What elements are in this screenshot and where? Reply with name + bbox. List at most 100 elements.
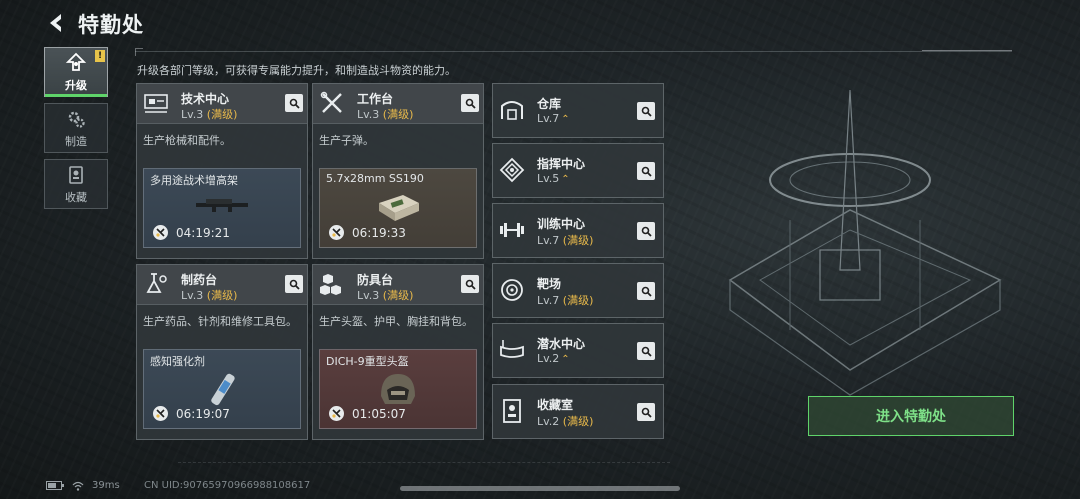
- alert-badge: !: [95, 50, 105, 62]
- facility-level: Lv.2 (满级): [537, 413, 593, 429]
- dept-card-workbench[interactable]: 工作台 Lv.3 (满级) 生产子弹。 5.7x28mm SS190 06:19…: [312, 83, 484, 259]
- helmet-image: [381, 374, 415, 404]
- back-button[interactable]: [42, 10, 70, 36]
- facility-level: Lv.7 (满级): [537, 292, 593, 308]
- status-footer: 39ms: [46, 480, 120, 491]
- level-value: Lv.3: [357, 108, 380, 121]
- search-icon: [641, 226, 652, 237]
- timer-icon: [153, 406, 168, 421]
- details-button[interactable]: [637, 222, 655, 240]
- level-value: Lv.2: [537, 352, 560, 365]
- dept-level: Lv.3 (满级): [181, 287, 237, 303]
- side-nav-collection[interactable]: 收藏: [44, 159, 108, 209]
- facility-collection-room[interactable]: 收藏室 Lv.2 (满级): [492, 384, 664, 439]
- facility-name: 训练中心: [537, 217, 586, 231]
- wifi-icon: [72, 481, 84, 491]
- details-button[interactable]: [637, 102, 655, 120]
- level-value: Lv.5: [537, 172, 560, 185]
- max-level-tag: (满级): [206, 289, 238, 302]
- details-button[interactable]: [637, 282, 655, 300]
- production-timer: 04:19:21: [176, 226, 230, 240]
- facility-level: Lv.7 ⌃: [537, 112, 570, 125]
- collection-icon: [69, 165, 83, 184]
- page-description: 升级各部门等级，可获得专属能力提升，和制造战斗物资的能力。: [137, 64, 456, 77]
- details-button[interactable]: [637, 162, 655, 180]
- details-button[interactable]: [461, 275, 479, 293]
- dept-level: Lv.3 (满级): [357, 106, 413, 122]
- page-title: 特勤处: [78, 13, 144, 37]
- production-timer: 01:05:07: [352, 407, 406, 421]
- dept-description: 生产头盔、护甲、胸挂和背包。: [319, 315, 473, 328]
- home-indicator[interactable]: [400, 486, 680, 491]
- dept-name: 防具台: [357, 273, 394, 287]
- pharmacy-icon: [146, 273, 167, 293]
- facility-name: 收藏室: [537, 398, 574, 412]
- search-icon: [289, 279, 300, 290]
- level-value: Lv.3: [181, 289, 204, 302]
- facility-warehouse[interactable]: 仓库 Lv.7 ⌃: [492, 83, 664, 138]
- facility-command-center[interactable]: 指挥中心 Lv.5 ⌃: [492, 143, 664, 198]
- side-nav-label: 制造: [65, 134, 87, 148]
- details-button[interactable]: [285, 275, 303, 293]
- dept-card-tech-center[interactable]: 技术中心 Lv.3 (满级) 生产枪械和配件。 多用途战术增高架 04:19:2…: [136, 83, 308, 259]
- scope-mount-image: [196, 199, 248, 212]
- dept-level: Lv.3 (满级): [181, 106, 237, 122]
- upgrade-available-icon: ⌃: [561, 354, 570, 365]
- command-center-icon: [499, 157, 525, 183]
- collection-room-icon: [503, 399, 521, 423]
- production-slot[interactable]: DICH-9重型头盔 01:05:07: [319, 349, 477, 429]
- timer-icon: [329, 225, 344, 240]
- search-icon: [465, 98, 476, 109]
- production-slot[interactable]: 5.7x28mm SS190 06:19:33: [319, 168, 477, 248]
- facility-name: 潜水中心: [537, 337, 586, 351]
- max-level-tag: (满级): [562, 234, 594, 247]
- production-timer: 06:19:07: [176, 407, 230, 421]
- facility-name: 仓库: [537, 97, 562, 111]
- facility-name: 靶场: [537, 277, 562, 291]
- ammo-box-image: [379, 195, 419, 221]
- search-icon: [289, 98, 300, 109]
- battery-icon: [46, 481, 64, 490]
- production-slot[interactable]: 多用途战术增高架 04:19:21: [143, 168, 301, 248]
- player-uid: CN UID:9076597096698810861​7: [144, 480, 311, 491]
- dept-card-pharmacy[interactable]: 制药台 Lv.3 (满级) 生产药品、针剂和维修工具包。 感知强化剂 06:19…: [136, 264, 308, 440]
- facility-shooting-range[interactable]: 靶场 Lv.7 (满级): [492, 263, 664, 318]
- diving-center-icon: [500, 340, 524, 358]
- facility-diving-center[interactable]: 潜水中心 Lv.2 ⌃: [492, 323, 664, 378]
- details-button[interactable]: [637, 403, 655, 421]
- side-nav-upgrade[interactable]: ! 升级: [44, 47, 108, 97]
- level-value: Lv.3: [357, 289, 380, 302]
- details-button[interactable]: [285, 94, 303, 112]
- dept-level: Lv.3 (满级): [357, 287, 413, 303]
- upgrade-icon: [65, 52, 87, 71]
- level-value: Lv.2: [537, 415, 560, 428]
- side-nav-craft[interactable]: 制造: [44, 103, 108, 153]
- dept-name: 技术中心: [181, 92, 230, 106]
- search-icon: [641, 106, 652, 117]
- product-name: 感知强化剂: [150, 355, 205, 368]
- facility-training-center[interactable]: 训练中心 Lv.7 (满级): [492, 203, 664, 258]
- dept-name: 制药台: [181, 273, 218, 287]
- level-value: Lv.7: [537, 294, 560, 307]
- timer-icon: [329, 406, 344, 421]
- dept-card-armor-bench[interactable]: 防具台 Lv.3 (满级) 生产头盔、护甲、胸挂和背包。 DICH-9重型头盔 …: [312, 264, 484, 440]
- side-nav-label: 收藏: [65, 190, 87, 204]
- facility-level: Lv.7 (满级): [537, 232, 593, 248]
- production-timer: 06:19:33: [352, 226, 406, 240]
- back-arrow-icon: [50, 14, 61, 32]
- enter-base-button[interactable]: 进入特勤处: [808, 396, 1014, 436]
- details-button[interactable]: [461, 94, 479, 112]
- level-value: Lv.7: [537, 234, 560, 247]
- timer-icon: [153, 225, 168, 240]
- max-level-tag: (满级): [562, 415, 594, 428]
- tech-center-icon: [144, 94, 168, 113]
- production-slot[interactable]: 感知强化剂 06:19:07: [143, 349, 301, 429]
- details-button[interactable]: [637, 342, 655, 360]
- facility-level: Lv.5 ⌃: [537, 172, 570, 185]
- upgrade-available-icon: ⌃: [561, 114, 570, 125]
- search-icon: [641, 346, 652, 357]
- dept-description: 生产枪械和配件。: [143, 134, 231, 147]
- base-blueprint-illustration: [728, 89, 1002, 396]
- ping-value: 39ms: [92, 480, 120, 491]
- level-value: Lv.7: [537, 112, 560, 125]
